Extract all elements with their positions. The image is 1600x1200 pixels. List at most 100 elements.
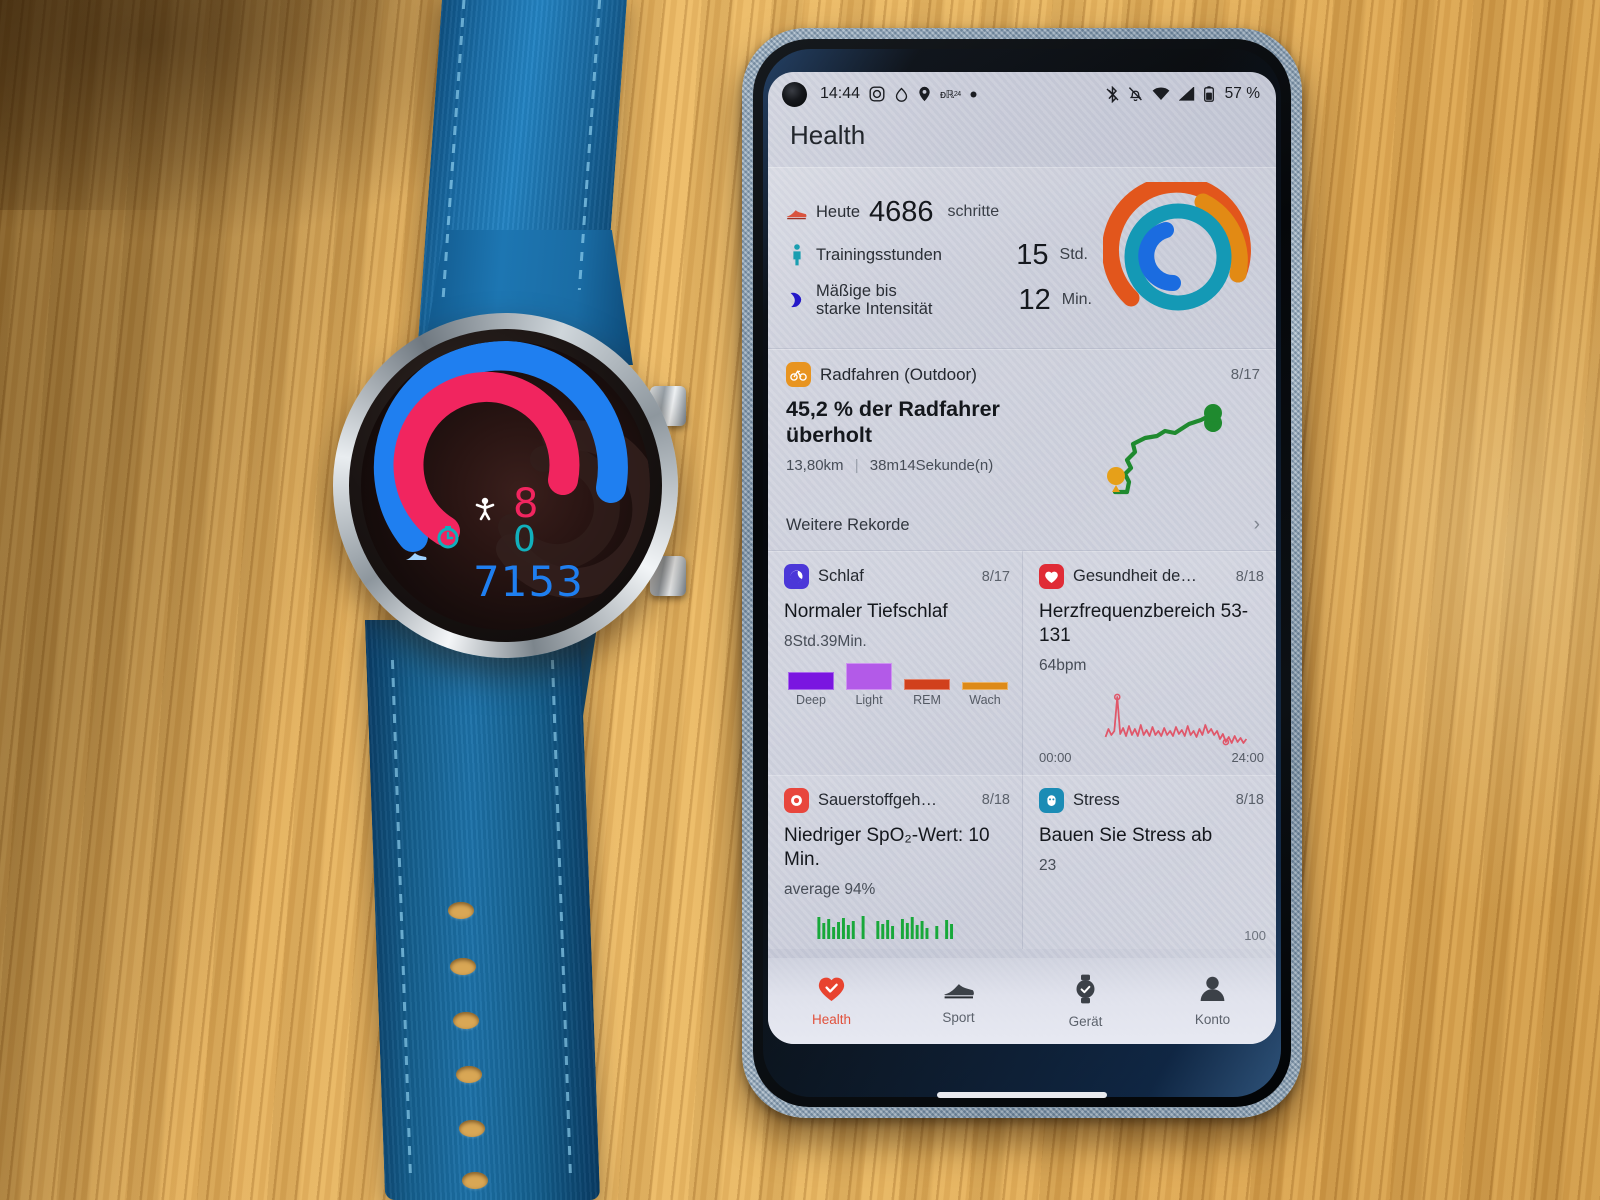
cycling-distance: 13,80km [786,457,844,475]
status-time: 14:44 [820,85,861,102]
watch-person-icon [475,497,495,526]
steps-label: Heute [816,202,861,221]
cycling-record-card[interactable]: Radfahren (Outdoor) 8/17 45,2 % der Radf… [768,349,1276,551]
sleep-stage-label: REM [913,692,941,707]
sleep-headline: Normaler Tiefschlaf [784,601,948,622]
cycling-text-block: 45,2 % der Radfahrer überholt 13,80km | … [786,396,1092,501]
activity-summary-metrics: Heute 4686 schritte Trainingsstunden 15 … [786,196,1094,319]
nav-label-device: Gerät [1068,1013,1103,1029]
activity-rings-svg [1103,182,1251,311]
heart-icon [817,975,846,1007]
training-label: Trainingsstunden [816,245,942,264]
intensity-row: Mäßige bis starke Intensität 12 Min. [786,282,1094,319]
nav-item-health[interactable]: Health [768,975,895,1027]
watch-icon [1074,974,1097,1009]
spo2-card-header: Sauerstoffgeh… 8/18 [784,787,1010,813]
shoe-icon [943,977,974,1005]
more-records-label: Weitere Rekorde [786,515,910,534]
stress-date: 8/18 [1235,792,1264,809]
heart-icon [1039,564,1064,589]
spo2-card[interactable]: Sauerstoffgeh… 8/18 Niedriger SpO₂-Wert:… [768,774,1022,949]
home-indicator[interactable] [937,1092,1107,1098]
cycling-card-header: Radfahren (Outdoor) 8/17 [786,362,1260,387]
sleep-card[interactable]: Schlaf 8/17 Normaler Tiefschlaf 8Std.39M… [768,551,1022,775]
sleep-stage-label: Deep [796,692,826,707]
band-hole [456,1066,482,1083]
cycling-stats-separator: | [854,457,859,475]
running-shoe-icon [786,205,807,220]
battery-icon [1203,86,1214,102]
heart-date: 8/18 [1235,568,1264,585]
sleep-stage: REM [904,678,950,707]
bluetooth-icon [1106,85,1119,103]
steps-value: 4686 [869,195,934,228]
stress-headline: Bauen Sie Stress ab [1039,824,1213,846]
stress-scale-max: 100 [1244,927,1266,943]
watch-value-steps: 7153 [473,557,584,606]
nav-label-account: Konto [1194,1012,1231,1027]
cycling-card-body: 45,2 % der Radfahrer überholt 13,80km | … [786,396,1260,501]
watch-screen[interactable]: 8 0 7153 [361,341,650,630]
intensity-unit: Min. [1061,291,1092,308]
heart-title: Gesundheit de… [1073,567,1197,585]
spo2-title: Sauerstoffgeh… [818,790,937,809]
sleep-stage: Deep [788,671,834,707]
band-hole [462,1172,488,1189]
more-records-row[interactable]: Weitere Rekorde › [786,514,1260,536]
cycling-stats: 13,80km | 38m14Sekunde(n) [786,457,1092,474]
heart-axis-end: 24:00 [1231,749,1264,765]
stress-value: 23 [1039,856,1057,874]
sleep-stage: Wach [962,681,1008,707]
heart-headline: Herzfrequenzbereich 53-131 [1039,601,1249,646]
bottom-navigation: Health Sport Gerät Konto [768,958,1276,1044]
intensity-value: 12 [1018,283,1051,316]
oxygen-icon [784,787,809,813]
nav-item-sport[interactable]: Sport [895,977,1022,1025]
watch-shoe-icon [405,550,427,569]
watch-value-training: 0 [513,519,537,560]
heart-card-header: Gesundheit de… 8/18 [1039,564,1264,589]
steps-unit: schritte [947,203,1000,221]
wifi-icon [1152,87,1170,101]
activity-rings[interactable] [1094,182,1262,332]
activity-summary-card[interactable]: Heute 4686 schritte Trainingsstunden 15 … [768,167,1276,349]
cloud-icon [894,87,909,102]
sleep-stage-bar [846,662,892,690]
person-icon [1199,975,1226,1007]
heart-current-bpm: 64bpm [1039,656,1087,674]
sleep-stage-bar [962,681,1008,690]
nav-item-device[interactable]: Gerät [1022,974,1149,1029]
stress-card[interactable]: Stress 8/18 Bauen Sie Stress ab 23 100 [1022,774,1276,949]
band-hole [459,1120,485,1137]
spo2-date: 8/18 [981,792,1010,809]
band-hole [450,958,476,975]
nav-label-health: Health [811,1012,852,1027]
steps-row: Heute 4686 schritte [786,196,1094,229]
heart-rate-line [1104,693,1248,746]
nav-item-account[interactable]: Konto [1149,975,1276,1027]
battery-percentage: 57 % [1224,85,1260,102]
front-camera-punch-hole [782,81,807,107]
alarm-off-icon [1128,86,1143,102]
sleep-stage-bar [788,671,834,690]
chevron-right-icon[interactable]: › [1254,514,1260,536]
sleep-stage: Light [846,662,892,707]
spo2-bar-chart [784,913,1010,939]
sleep-stage-label: Light [855,692,883,707]
signal-icon [1178,87,1195,101]
cycling-duration: 38m14Sekunde(n) [869,457,994,475]
sleep-moon-icon [784,564,809,589]
sleep-stage-chart: Deep Light REM Wach [784,662,1010,707]
heart-rate-chart [1039,685,1264,749]
cycling-route-map[interactable] [1092,396,1260,501]
bicycle-icon [786,362,811,387]
training-unit: Std. [1059,246,1088,264]
heart-rate-card[interactable]: Gesundheit de… 8/18 Herzfrequenzbereich … [1022,551,1276,775]
watch-bezel: 8 0 7153 [349,329,662,642]
smartphone: 14:44 ᴆℝ 24 57 % Health Heute 4686 schri… [742,28,1302,1118]
band-hole [448,902,474,919]
sleep-card-header: Schlaf 8/17 [784,564,1010,589]
training-value: 15 [1016,238,1049,271]
band-hole [453,1012,479,1029]
spo2-bars-svg [817,915,954,939]
